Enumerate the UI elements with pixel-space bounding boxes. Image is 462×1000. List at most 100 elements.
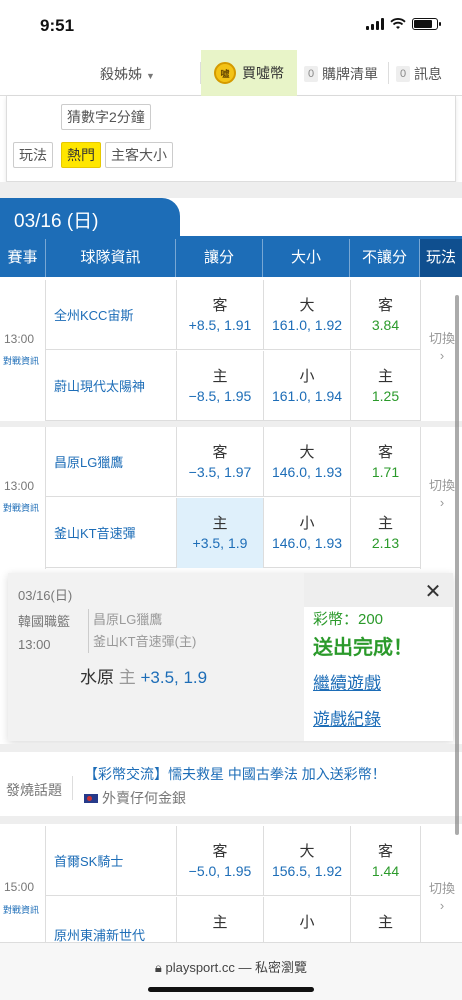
moneyline-odds-cell[interactable]: 客 1.71	[350, 427, 420, 497]
match-block: 13:00 對戰資訊 昌原LG獵鷹 客 −3.5, 1.97 大 146.0, 1.…	[0, 427, 462, 569]
match-time: 13:00	[4, 479, 35, 493]
side-label: 大	[299, 297, 315, 314]
moneyline-odds-cell[interactable]: 主	[350, 897, 420, 942]
cart-link[interactable]: 0 購牌清單	[304, 64, 378, 84]
url-text: playsport.cc — 私密瀏覽	[165, 960, 308, 975]
status-bar: 9:51	[0, 0, 462, 50]
team-name[interactable]: 釜山KT音速彈	[54, 523, 174, 542]
play-menu-panel: 猜數字2分鐘 玩法 熱門 主客大小	[6, 96, 456, 182]
table-row: 全州KCC宙斯 客 +8.5, 1.91 大 161.0, 1.92 客 3.84	[46, 280, 420, 350]
bet-teams: 昌原LG獵鷹 釜山KT音速彈(主)	[88, 609, 196, 653]
total-odds-cell[interactable]: 大 146.0, 1.93	[263, 427, 350, 497]
hot-topic-bar: 發燒話題 【彩幣交流】懦夫救星 中國古拳法 加入送彩幣！ 外賣仔何金銀	[0, 752, 462, 816]
match-info-link[interactable]: 對戰資訊	[3, 354, 39, 367]
spread-odds-cell[interactable]: 客 −5.0, 1.95	[176, 826, 263, 896]
switch-label: 切換	[428, 881, 455, 896]
bet-date: 03/16(日)	[18, 588, 73, 603]
total-odds-cell[interactable]: 大 156.5, 1.92	[263, 826, 350, 896]
switch-button[interactable]: 切換 ›	[420, 826, 462, 942]
match-info-link[interactable]: 對戰資訊	[3, 903, 39, 916]
side-label: 小	[299, 515, 315, 532]
side-label: 主	[212, 914, 228, 931]
match-time-column: 13:00 對戰資訊	[0, 427, 46, 569]
total-odds-cell[interactable]: 大 161.0, 1.92	[263, 280, 350, 350]
odds-value: 146.0, 1.93	[271, 464, 343, 480]
match-block: 15:00 對戰資訊 首爾SK騎士 客 −5.0, 1.95 大 156.5, 1.…	[0, 826, 462, 942]
side-label: 客	[377, 843, 393, 860]
bet-team-home: 釜山KT音速彈(主)	[93, 634, 197, 649]
wifi-icon	[390, 18, 406, 29]
user-menu[interactable]: 殺姊姊 ▼	[100, 64, 155, 84]
moneyline-odds-cell[interactable]: 客 1.44	[350, 826, 420, 896]
side-label: 小	[299, 368, 315, 385]
side-label: 主	[212, 368, 228, 385]
pick-team: 水原	[80, 668, 114, 687]
section-separator	[0, 816, 462, 824]
spread-odds-cell-selected[interactable]: 主 +3.5, 1.9	[176, 498, 263, 568]
home-indicator[interactable]	[148, 987, 314, 992]
flag-icon	[84, 793, 98, 803]
bet-team-away: 昌原LG獵鷹	[93, 612, 163, 627]
messages-link[interactable]: 0 訊息	[396, 64, 442, 84]
hot-topic-headline[interactable]: 【彩幣交流】懦夫救星 中國古拳法 加入送彩幣！	[84, 764, 386, 784]
message-count: 0	[396, 66, 410, 82]
odds-value: 1.44	[371, 863, 400, 879]
scrollbar[interactable]	[455, 295, 459, 835]
odds-value: −3.5, 1.97	[188, 464, 252, 480]
total-odds-cell[interactable]: 小 161.0, 1.94	[263, 351, 350, 421]
col-team-info: 球隊資訊	[46, 239, 176, 277]
col-moneyline: 不讓分	[350, 239, 420, 277]
team-name[interactable]: 蔚山現代太陽神	[54, 376, 174, 395]
hot-tag[interactable]: 熱門	[61, 142, 101, 168]
match-time: 13:00	[4, 332, 35, 346]
side-label: 客	[377, 297, 393, 314]
side-label: 主	[212, 515, 228, 532]
side-label: 主	[377, 515, 393, 532]
guess-number-tag[interactable]: 猜數字2分鐘	[61, 104, 151, 130]
divider	[388, 62, 389, 84]
odds-value: 3.84	[371, 317, 400, 333]
bet-time: 13:00	[18, 637, 51, 652]
close-icon[interactable]: ✕	[418, 581, 448, 605]
battery-icon	[412, 18, 441, 30]
game-history-link[interactable]: 遊戲紀錄	[313, 705, 381, 730]
moneyline-odds-cell[interactable]: 主 1.25	[350, 351, 420, 421]
team-name[interactable]: 全州KCC宙斯	[54, 305, 174, 324]
moneyline-odds-cell[interactable]: 客 3.84	[350, 280, 420, 350]
match-time-column: 13:00 對戰資訊	[0, 280, 46, 422]
odds-value: 1.25	[371, 388, 400, 404]
cart-label: 購牌清單	[322, 66, 378, 82]
spread-odds-cell[interactable]: 主 −8.5, 1.95	[176, 351, 263, 421]
total-odds-cell[interactable]: 小 146.0, 1.93	[263, 498, 350, 568]
status-icons	[366, 18, 441, 30]
buy-coins-button[interactable]: 噓 買噓幣	[201, 50, 297, 96]
hot-topic-author[interactable]: 外賣仔何金銀	[84, 788, 186, 808]
spread-odds-cell[interactable]: 客 −3.5, 1.97	[176, 427, 263, 497]
bet-confirmation-popup: 03/16(日) 韓國職籃 13:00 昌原LG獵鷹 釜山KT音速彈(主) 水原…	[8, 573, 453, 741]
team-name[interactable]: 昌原LG獵鷹	[54, 452, 174, 471]
match-time-column: 15:00 對戰資訊	[0, 826, 46, 942]
date-header: 03/16 (日)	[0, 198, 180, 238]
match-time: 15:00	[4, 880, 35, 894]
continue-game-link[interactable]: 繼續遊戲	[313, 669, 381, 694]
col-play[interactable]: 玩法	[420, 239, 462, 277]
bet-summary: 03/16(日) 韓國職籃 13:00 昌原LG獵鷹 釜山KT音速彈(主) 水原…	[8, 573, 304, 741]
spread-odds-cell[interactable]: 主	[176, 897, 263, 942]
moneyline-odds-cell[interactable]: 主 2.13	[350, 498, 420, 568]
home-away-total-tag[interactable]: 主客大小	[105, 142, 173, 168]
spread-odds-cell[interactable]: 客 +8.5, 1.91	[176, 280, 263, 350]
side-label: 主	[377, 914, 393, 931]
team-name[interactable]: 原州東浦新世代	[54, 925, 174, 942]
col-event: 賽事	[0, 239, 46, 277]
total-odds-cell[interactable]: 小	[263, 897, 350, 942]
url-bar[interactable]: 🔒︎ playsport.cc — 私密瀏覽	[0, 957, 462, 976]
match-info-link[interactable]: 對戰資訊	[3, 501, 39, 514]
coin-icon: 噓	[214, 62, 236, 84]
chevron-right-icon: ›	[439, 898, 445, 913]
table-row: 昌原LG獵鷹 客 −3.5, 1.97 大 146.0, 1.93 客 1.71	[46, 427, 420, 497]
side-label: 大	[299, 843, 315, 860]
section-separator	[0, 744, 462, 752]
coin-balance: 彩幣：200	[313, 611, 384, 628]
col-spread: 讓分	[176, 239, 263, 277]
team-name[interactable]: 首爾SK騎士	[54, 851, 174, 870]
